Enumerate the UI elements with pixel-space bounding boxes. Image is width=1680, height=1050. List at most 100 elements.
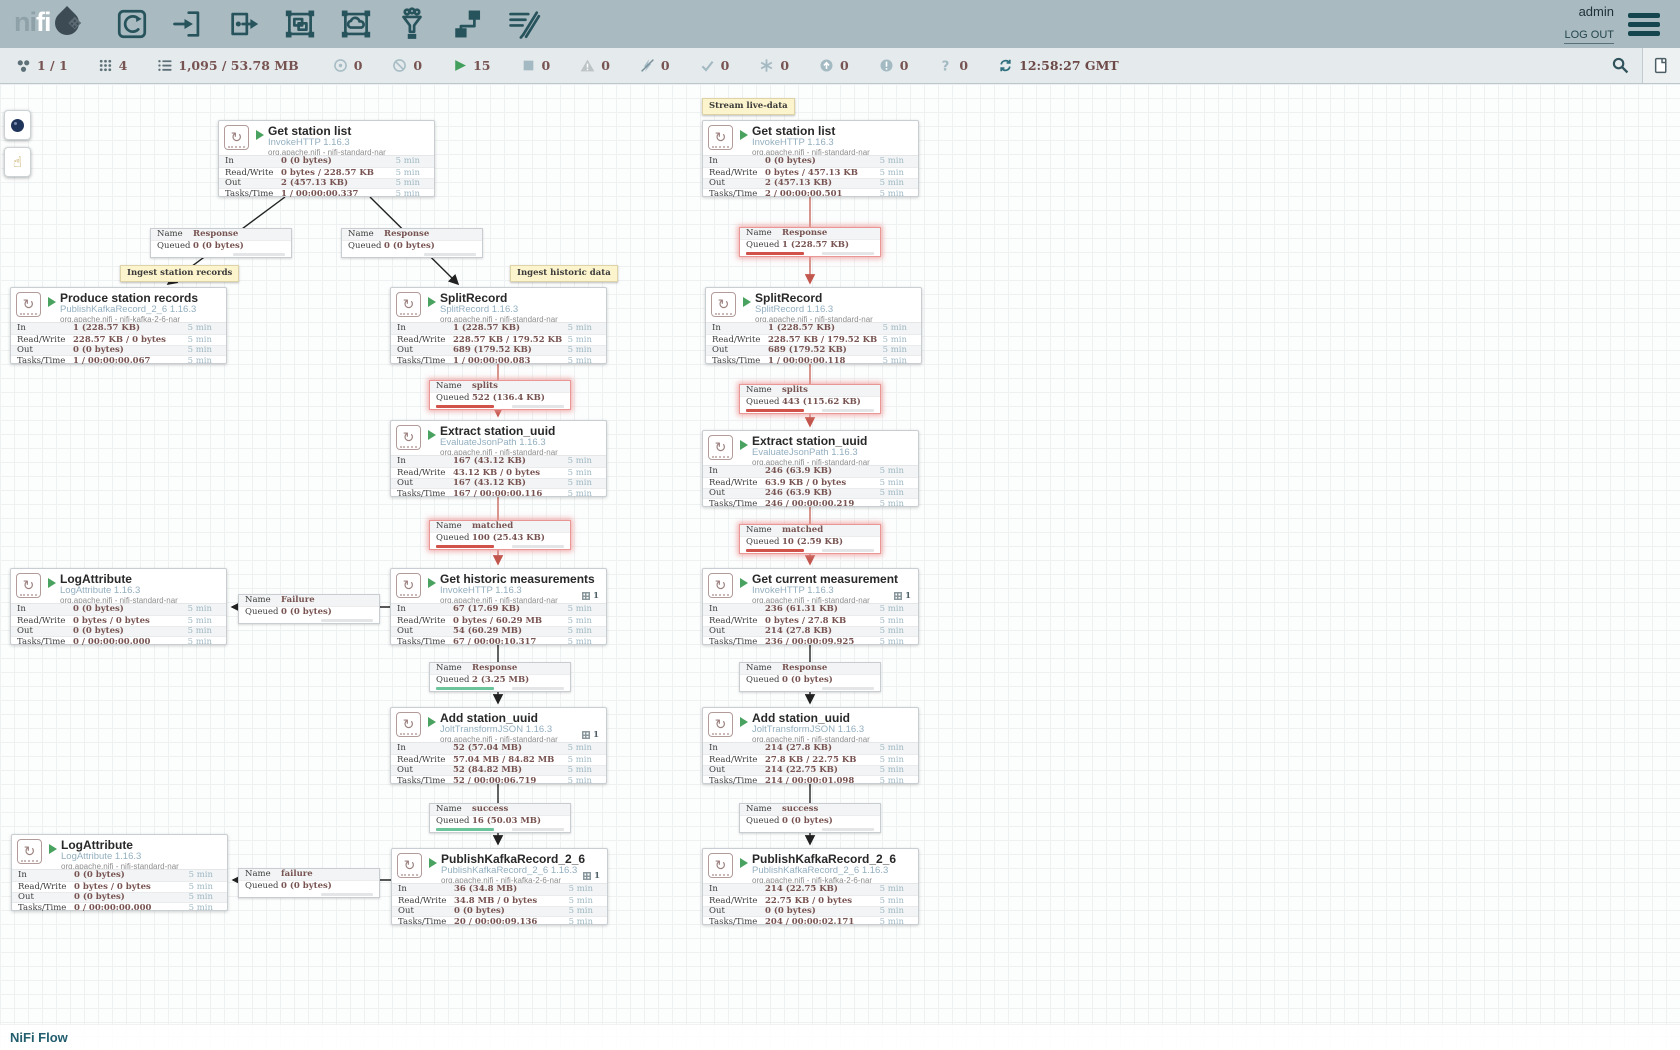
- tasks-value: 1 / 00:00:00.083: [453, 356, 530, 366]
- queued-value: 0 (0 bytes): [281, 607, 332, 617]
- last-refresh-time: 12:58:27 GMT: [1019, 58, 1119, 73]
- in-value: 0 (0 bytes): [281, 156, 332, 166]
- tasks-label: Tasks/Time: [709, 637, 765, 647]
- connection-label[interactable]: NameResponse Queued2 (3.25 MB): [429, 662, 571, 692]
- funnel-component-button[interactable]: [391, 3, 433, 45]
- remote-process-group-component-button[interactable]: [335, 3, 377, 45]
- processor[interactable]: Add station_uuid JoltTransformJSON 1.16.…: [390, 707, 607, 784]
- out-label: Out: [18, 892, 74, 902]
- processor-icon: [396, 573, 421, 598]
- read-write-label: Read/Write: [18, 882, 74, 892]
- processor-icon: [708, 125, 733, 150]
- connection-label[interactable]: NameFailure Queued0 (0 bytes): [238, 594, 380, 624]
- process-group-component-button[interactable]: [279, 3, 321, 45]
- queued-label: Queued: [436, 533, 472, 543]
- in-value: 1 (228.57 KB): [453, 323, 520, 333]
- breadcrumb[interactable]: NiFi Flow: [10, 1030, 68, 1045]
- status-up-to-date: 0: [700, 58, 730, 73]
- tasks-label: Tasks/Time: [225, 189, 281, 199]
- canvas-label[interactable]: Stream live-data: [702, 98, 795, 115]
- queue-indicator-bars: [740, 251, 880, 256]
- canvas-label[interactable]: Ingest historic data: [510, 265, 618, 282]
- canvas-label[interactable]: Ingest station records: [120, 265, 239, 282]
- processor[interactable]: Extract station_uuid EvaluateJsonPath 1.…: [702, 430, 919, 507]
- processor-type: LogAttribute 1.16.3: [61, 852, 179, 862]
- processor[interactable]: Add station_uuid JoltTransformJSON 1.16.…: [702, 707, 919, 784]
- queued-value: 0 (0 bytes): [782, 816, 833, 826]
- thread-count-value: 1: [593, 591, 599, 601]
- input-port-component-button[interactable]: [167, 3, 209, 45]
- processor-stats: In0 (0 bytes)5 min Read/Write0 bytes / 2…: [219, 155, 434, 199]
- connection-label[interactable]: Namesuccess Queued16 (50.03 MB): [429, 803, 571, 833]
- label-component-button[interactable]: [503, 3, 545, 45]
- processor-stats: In0 (0 bytes)5 min Read/Write0 bytes / 0…: [12, 869, 227, 913]
- processor[interactable]: Get current measurement InvokeHTTP 1.16.…: [702, 568, 919, 645]
- running-status-icon: [740, 717, 748, 727]
- running-status-icon: [48, 578, 56, 588]
- connection-label[interactable]: NameResponse Queued1 (228.57 KB): [739, 227, 881, 257]
- tasks-value: 67 / 00:00:10.317: [453, 637, 536, 647]
- queued-value: 0 (0 bytes): [782, 675, 833, 685]
- processor-bundle: org.apache.nifi - nifi-standard-nar: [752, 458, 870, 465]
- read-write-value: 43.12 KB / 0 bytes: [453, 468, 540, 478]
- processor-stats: In1 (228.57 KB)5 min Read/Write228.57 KB…: [706, 322, 921, 366]
- name-label: Name: [348, 229, 384, 239]
- connection-label[interactable]: Namematched Queued10 (2.59 KB): [739, 524, 881, 554]
- hand-pointer-icon: ☝: [13, 155, 22, 170]
- tasks-value: 214 / 00:00:01.098: [765, 776, 854, 786]
- processor[interactable]: SplitRecord SplitRecord 1.16.3 org.apach…: [705, 287, 922, 364]
- relationship-name: failure: [281, 869, 313, 879]
- processor[interactable]: SplitRecord SplitRecord 1.16.3 org.apach…: [390, 287, 607, 364]
- name-label: Name: [157, 229, 193, 239]
- navigate-palette-button[interactable]: [4, 110, 31, 140]
- processor[interactable]: Extract station_uuid EvaluateJsonPath 1.…: [390, 420, 607, 497]
- relationship-name: splits: [782, 385, 808, 395]
- connection-label[interactable]: Namesplits Queued443 (115.62 KB): [739, 384, 881, 414]
- processor[interactable]: LogAttribute LogAttribute 1.16.3 org.apa…: [10, 568, 227, 645]
- connection-label[interactable]: Namesplits Queued522 (136.4 KB): [429, 380, 571, 410]
- tasks-label: Tasks/Time: [712, 356, 768, 366]
- processor[interactable]: Get historic measurements InvokeHTTP 1.1…: [390, 568, 607, 645]
- out-label: Out: [17, 626, 73, 636]
- flow-canvas[interactable]: Stream live-data Ingest station records In…: [0, 84, 1680, 1050]
- processor[interactable]: PublishKafkaRecord_2_6 PublishKafkaRecor…: [702, 848, 919, 925]
- processor-icon: [708, 573, 733, 598]
- queued-value: 10 (2.59 KB): [782, 537, 843, 547]
- in-label: In: [709, 466, 765, 476]
- relationship-name: success: [782, 804, 818, 814]
- connection-label[interactable]: Namefailure Queued0 (0 bytes): [238, 868, 380, 898]
- hand-select-button[interactable]: ☝: [4, 147, 31, 177]
- processor-icon: [396, 425, 421, 450]
- global-menu-button[interactable]: [1628, 9, 1666, 39]
- cluster-nodes-icon: [16, 58, 31, 73]
- tasks-grid-icon: [582, 592, 590, 600]
- read-write-label: Read/Write: [17, 335, 73, 345]
- in-value: 0 (0 bytes): [73, 604, 124, 614]
- output-port-component-button[interactable]: [223, 3, 265, 45]
- connection-label[interactable]: NameResponse Queued0 (0 bytes): [341, 228, 483, 258]
- connection-label[interactable]: Namesuccess Queued0 (0 bytes): [739, 803, 881, 833]
- search-button[interactable]: [1598, 48, 1642, 83]
- template-component-button[interactable]: [447, 3, 489, 45]
- processor[interactable]: Get station list InvokeHTTP 1.16.3 org.a…: [218, 120, 435, 197]
- connection-label[interactable]: NameResponse Queued0 (0 bytes): [739, 662, 881, 692]
- locally-modified-asterisk-icon: [759, 58, 774, 73]
- read-write-value: 228.57 KB / 179.52 KB: [768, 335, 877, 345]
- processor[interactable]: Produce station records PublishKafkaReco…: [10, 287, 227, 364]
- new-canvas-button[interactable]: [1642, 48, 1680, 83]
- in-label: In: [397, 604, 453, 614]
- processor[interactable]: Get station list InvokeHTTP 1.16.3 org.a…: [702, 120, 919, 197]
- connection-label[interactable]: Namematched Queued100 (25.43 KB): [429, 520, 571, 550]
- status-refresh[interactable]: 12:58:27 GMT: [998, 58, 1119, 73]
- connection-label[interactable]: NameResponse Queued0 (0 bytes): [150, 228, 292, 258]
- logout-link[interactable]: LOG OUT: [1564, 27, 1614, 45]
- read-write-label: Read/Write: [17, 616, 73, 626]
- processor[interactable]: PublishKafkaRecord_2_6 PublishKafkaRecor…: [391, 848, 608, 925]
- refresh-icon: [998, 58, 1013, 73]
- status-stale: 0: [819, 58, 849, 73]
- processor-component-button[interactable]: [111, 3, 153, 45]
- read-write-value: 0 bytes / 457.13 KB: [765, 168, 858, 178]
- running-status-icon: [49, 844, 57, 854]
- out-value: 54 (60.29 MB): [453, 626, 522, 636]
- processor[interactable]: LogAttribute LogAttribute 1.16.3 org.apa…: [11, 834, 228, 911]
